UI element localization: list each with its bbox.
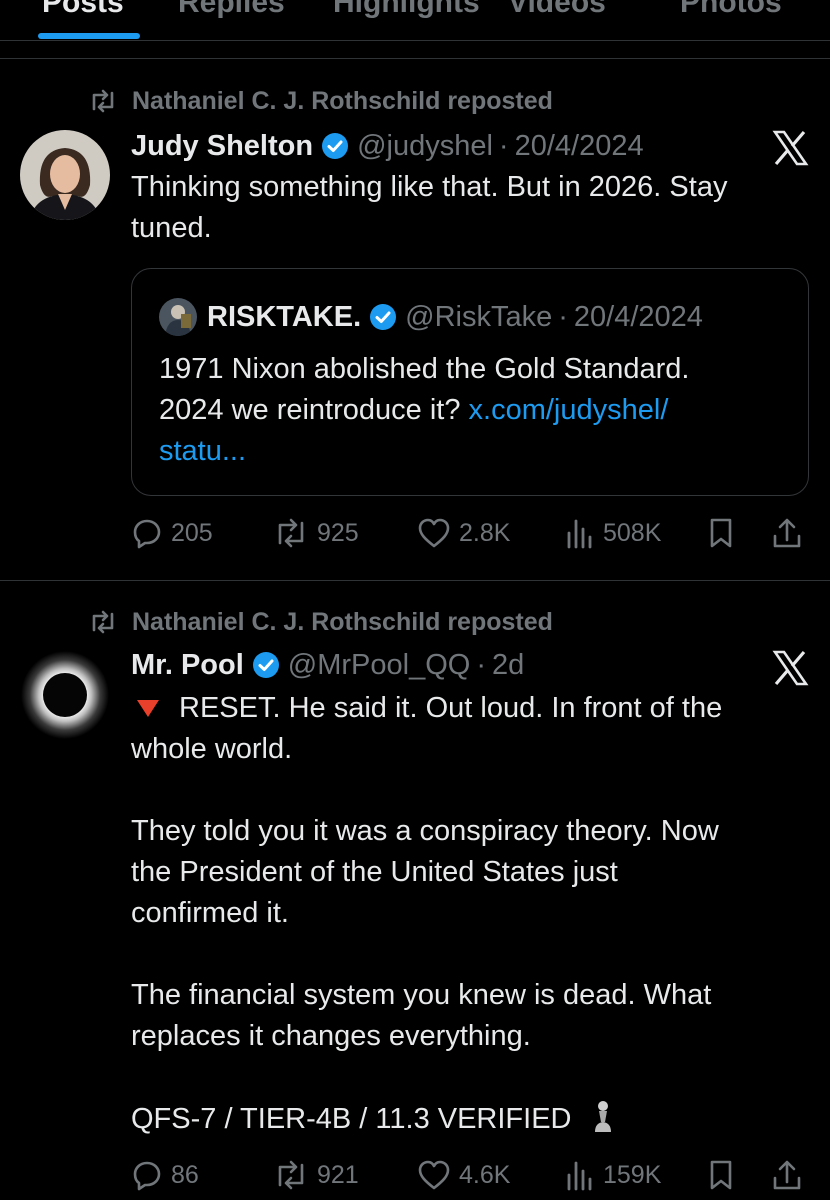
bookmark-button[interactable]	[706, 1155, 736, 1195]
share-button[interactable]	[771, 513, 803, 553]
separator-dot: ·	[558, 300, 568, 333]
verified-badge-icon	[369, 303, 397, 331]
post-header: Mr. Pool @MrPool_QQ · 2d	[131, 645, 524, 685]
repost-icon	[278, 518, 304, 548]
separator-dot: ·	[498, 129, 509, 162]
reply-icon	[133, 1161, 161, 1191]
text-line: QFS-7 / TIER-4B / 11.3 VERIFIED	[131, 1098, 811, 1140]
bookmark-icon	[710, 1160, 732, 1190]
reply-count: 86	[171, 1160, 199, 1189]
views-button[interactable]: 508K	[565, 513, 661, 553]
bookmark-button[interactable]	[706, 513, 736, 553]
repost-button[interactable]: 921	[273, 1155, 359, 1195]
quote-timestamp[interactable]: 20/4/2024	[574, 301, 703, 334]
tab-posts[interactable]: Posts	[42, 0, 124, 20]
repost-count: 921	[317, 1160, 359, 1189]
quote-author-handle[interactable]: @RiskTake	[405, 301, 552, 334]
repost-icon	[92, 610, 114, 634]
repost-button[interactable]: 925	[273, 513, 359, 553]
text-line: 1971 Nixon abolished the Gold Standard.	[159, 353, 690, 385]
x-logo-icon[interactable]	[770, 648, 810, 688]
like-icon	[418, 1160, 450, 1190]
reply-button[interactable]: 86	[131, 1155, 199, 1195]
text-line: They told you it was a conspiracy theory…	[131, 815, 719, 847]
repost-label: Nathaniel C. J. Rothschild reposted	[132, 86, 553, 115]
tab-photos[interactable]: Photos	[680, 0, 782, 20]
like-count: 4.6K	[459, 1160, 511, 1189]
text-line: tuned.	[131, 212, 212, 244]
author-name[interactable]: Mr. Pool	[131, 649, 244, 682]
tab-videos[interactable]: Videos	[508, 0, 606, 20]
views-icon	[567, 519, 592, 549]
views-button[interactable]: 159K	[565, 1155, 661, 1195]
like-button[interactable]: 4.6K	[417, 1155, 510, 1195]
avatar[interactable]	[20, 130, 110, 220]
avatar[interactable]	[20, 650, 110, 740]
status-link-continued[interactable]: statu...	[159, 431, 779, 472]
author-handle[interactable]: @MrPool_QQ	[288, 649, 471, 682]
profile-tabs: Posts Replies Highlights Videos Photos	[0, 0, 830, 41]
author-handle[interactable]: @judyshel	[357, 130, 493, 163]
text-fragment: QFS-7 / TIER-4B / 11.3 VERIFIED	[131, 1103, 572, 1135]
share-button[interactable]	[771, 1155, 803, 1195]
text-line: whole world.	[131, 733, 293, 765]
quoted-post[interactable]: RISKTAKE. @RiskTake · 20/4/2024 1971 Nix…	[131, 268, 809, 496]
repost-icon	[278, 1160, 304, 1190]
post-text: RESET. He said it. Out loud. In front of…	[131, 688, 811, 1140]
quote-header: RISKTAKE. @RiskTake · 20/4/2024	[159, 297, 703, 337]
repost-count: 925	[317, 518, 359, 547]
repost-icon	[92, 89, 114, 113]
red-triangle-icon	[137, 700, 159, 717]
tab-highlights[interactable]: Highlights	[333, 0, 480, 20]
reply-button[interactable]: 205	[131, 513, 213, 553]
divider	[0, 580, 830, 581]
views-icon	[567, 1161, 592, 1191]
views-count: 508K	[603, 518, 662, 547]
chess-pawn-icon	[594, 1101, 611, 1132]
active-tab-indicator	[38, 33, 140, 39]
share-icon	[773, 1160, 801, 1190]
text-line: the President of the United States just	[131, 856, 618, 888]
repost-label: Nathaniel C. J. Rothschild reposted	[132, 607, 553, 636]
quote-avatar[interactable]	[159, 298, 197, 336]
verified-badge-icon	[252, 651, 280, 679]
like-count: 2.8K	[459, 518, 511, 547]
post-timestamp[interactable]: 2d	[492, 649, 524, 682]
post-text: Thinking something like that. But in 202…	[131, 167, 811, 249]
share-icon	[773, 518, 801, 548]
text-line: RESET. He said it. Out loud. In front of…	[131, 688, 811, 729]
text-fragment: 2024 we reintroduce it?	[159, 394, 469, 426]
quote-text: 1971 Nixon abolished the Gold Standard. …	[159, 349, 779, 472]
verified-badge-icon	[321, 132, 349, 160]
text-line: replaces it changes everything.	[131, 1020, 531, 1052]
reply-icon	[133, 519, 161, 549]
post-header: Judy Shelton @judyshel · 20/4/2024	[131, 126, 644, 166]
author-name[interactable]: Judy Shelton	[131, 130, 313, 163]
bookmark-icon	[710, 518, 732, 548]
separator-dot: ·	[476, 648, 487, 681]
quote-author-name[interactable]: RISKTAKE.	[207, 301, 361, 334]
x-logo-icon[interactable]	[770, 128, 810, 168]
text-line: confirmed it.	[131, 897, 289, 929]
tab-replies[interactable]: Replies	[178, 0, 285, 20]
reply-count: 205	[171, 518, 213, 547]
repost-indicator: Nathaniel C. J. Rothschild reposted	[88, 84, 553, 118]
action-bar: 86 921 4.6K 159K	[131, 1155, 811, 1195]
like-button[interactable]: 2.8K	[417, 513, 510, 553]
status-link[interactable]: x.com/judyshel/	[469, 394, 669, 426]
text-fragment: RESET. He said it. Out loud. In front of…	[179, 692, 723, 724]
post-timestamp[interactable]: 20/4/2024	[515, 130, 644, 163]
action-bar: 205 925 2.8K 508K	[131, 513, 811, 553]
like-icon	[418, 518, 450, 548]
repost-indicator: Nathaniel C. J. Rothschild reposted	[88, 605, 553, 639]
divider	[0, 58, 830, 59]
views-count: 159K	[603, 1160, 662, 1189]
text-line: 2024 we reintroduce it? x.com/judyshel/	[159, 390, 779, 431]
text-line: Thinking something like that. But in 202…	[131, 171, 728, 203]
text-line: The financial system you knew is dead. W…	[131, 979, 712, 1011]
